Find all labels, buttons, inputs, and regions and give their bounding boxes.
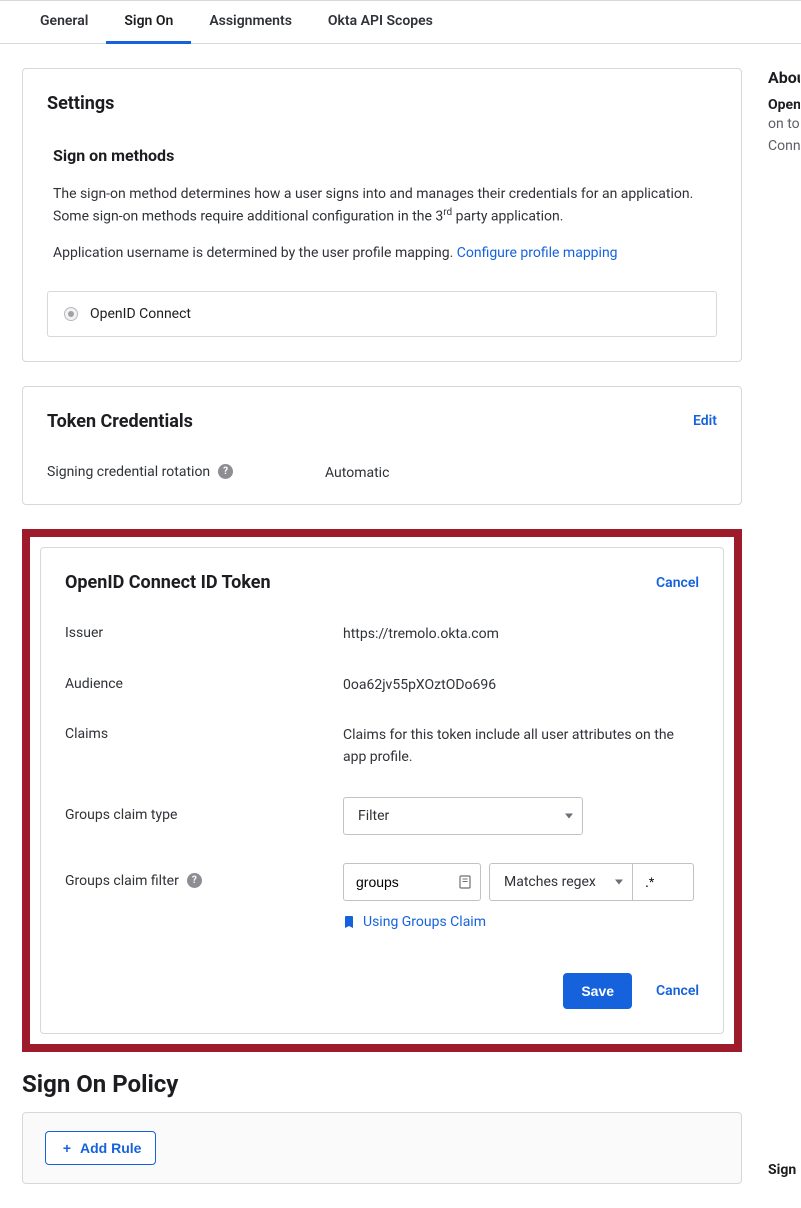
- about-line2: on to: [768, 113, 800, 135]
- sign-on-policy-heading: Sign On Policy: [22, 1070, 742, 1098]
- add-rule-label: Add Rule: [80, 1140, 141, 1156]
- settings-title: Settings: [47, 93, 717, 114]
- username-description: Application username is determined by th…: [47, 242, 717, 264]
- token-credentials-title: Token Credentials: [47, 411, 193, 432]
- claims-value: Claims for this token include all user a…: [343, 724, 699, 769]
- sidebar: Abou Open on to Conn: [768, 68, 800, 158]
- highlight-box: OpenID Connect ID Token Cancel Issuer ht…: [22, 529, 742, 1052]
- configure-profile-mapping-link[interactable]: Configure profile mapping: [457, 245, 618, 261]
- groups-op-selected: Matches regex: [504, 871, 596, 893]
- cancel-button[interactable]: Cancel: [656, 983, 699, 999]
- about-line3: Conn: [768, 135, 800, 157]
- groups-type-selected: Filter: [358, 805, 389, 827]
- help-icon[interactable]: ?: [187, 873, 202, 888]
- save-button[interactable]: Save: [563, 973, 632, 1009]
- groups-claim-pattern-input[interactable]: [632, 863, 694, 901]
- desc-sup: rd: [443, 207, 452, 218]
- issuer-label: Issuer: [65, 623, 343, 641]
- about-heading: Abou: [768, 68, 800, 87]
- groups-claim-type-label: Groups claim type: [65, 797, 343, 823]
- openid-connect-radio-label: OpenID Connect: [90, 306, 191, 322]
- rotation-label-text: Signing credential rotation: [47, 464, 210, 480]
- tab-general[interactable]: General: [22, 1, 106, 44]
- about-subhead: Open: [768, 97, 800, 113]
- claims-label: Claims: [65, 724, 343, 742]
- plus-icon: +: [60, 1141, 74, 1155]
- token-credentials-card: Token Credentials Edit Signing credentia…: [22, 386, 742, 505]
- sign-on-description: The sign-on method determines how a user…: [47, 183, 717, 228]
- add-rule-button[interactable]: + Add Rule: [45, 1131, 156, 1165]
- issuer-value: https://tremolo.okta.com: [343, 623, 699, 645]
- book-icon: [343, 915, 355, 929]
- edit-token-credentials-link[interactable]: Edit: [693, 413, 717, 429]
- groups-claim-operator-select[interactable]: Matches regex: [489, 863, 633, 901]
- cancel-id-token-link[interactable]: Cancel: [656, 575, 699, 591]
- groups-claim-type-select[interactable]: Filter: [343, 797, 583, 835]
- tab-sign-on[interactable]: Sign On: [106, 1, 191, 44]
- settings-card: Settings Sign on methods The sign-on met…: [22, 68, 742, 362]
- signing-rotation-value: Automatic: [325, 462, 717, 484]
- chevron-down-icon: [565, 813, 573, 818]
- groups-filter-label-text: Groups claim filter: [65, 873, 179, 889]
- username-desc-text: Application username is determined by th…: [53, 245, 457, 261]
- tab-okta-api-scopes[interactable]: Okta API Scopes: [310, 1, 451, 44]
- radio-icon: [64, 307, 78, 321]
- id-token-title: OpenID Connect ID Token: [65, 572, 271, 593]
- using-groups-claim-link[interactable]: Using Groups Claim: [363, 911, 486, 933]
- signing-rotation-label: Signing credential rotation ?: [47, 462, 325, 480]
- id-token-card: OpenID Connect ID Token Cancel Issuer ht…: [40, 547, 724, 1034]
- desc-suffix: party application.: [452, 209, 563, 225]
- audience-value: 0oa62jv55pXOztODo696: [343, 674, 699, 696]
- book-icon: [459, 875, 471, 889]
- tabs-bar: General Sign On Assignments Okta API Sco…: [0, 0, 801, 44]
- chevron-down-icon: [615, 879, 623, 884]
- desc-prefix: The sign-on method determines how a user…: [53, 186, 693, 225]
- help-icon[interactable]: ?: [218, 464, 233, 479]
- sidebar-sign-heading: Sign: [768, 1162, 801, 1178]
- tab-assignments[interactable]: Assignments: [191, 1, 310, 44]
- groups-claim-filter-label: Groups claim filter ?: [65, 863, 343, 889]
- audience-label: Audience: [65, 674, 343, 692]
- openid-connect-radio-row[interactable]: OpenID Connect: [47, 291, 717, 337]
- sign-on-policy-card: + Add Rule: [22, 1112, 742, 1184]
- sign-on-methods-heading: Sign on methods: [47, 146, 717, 165]
